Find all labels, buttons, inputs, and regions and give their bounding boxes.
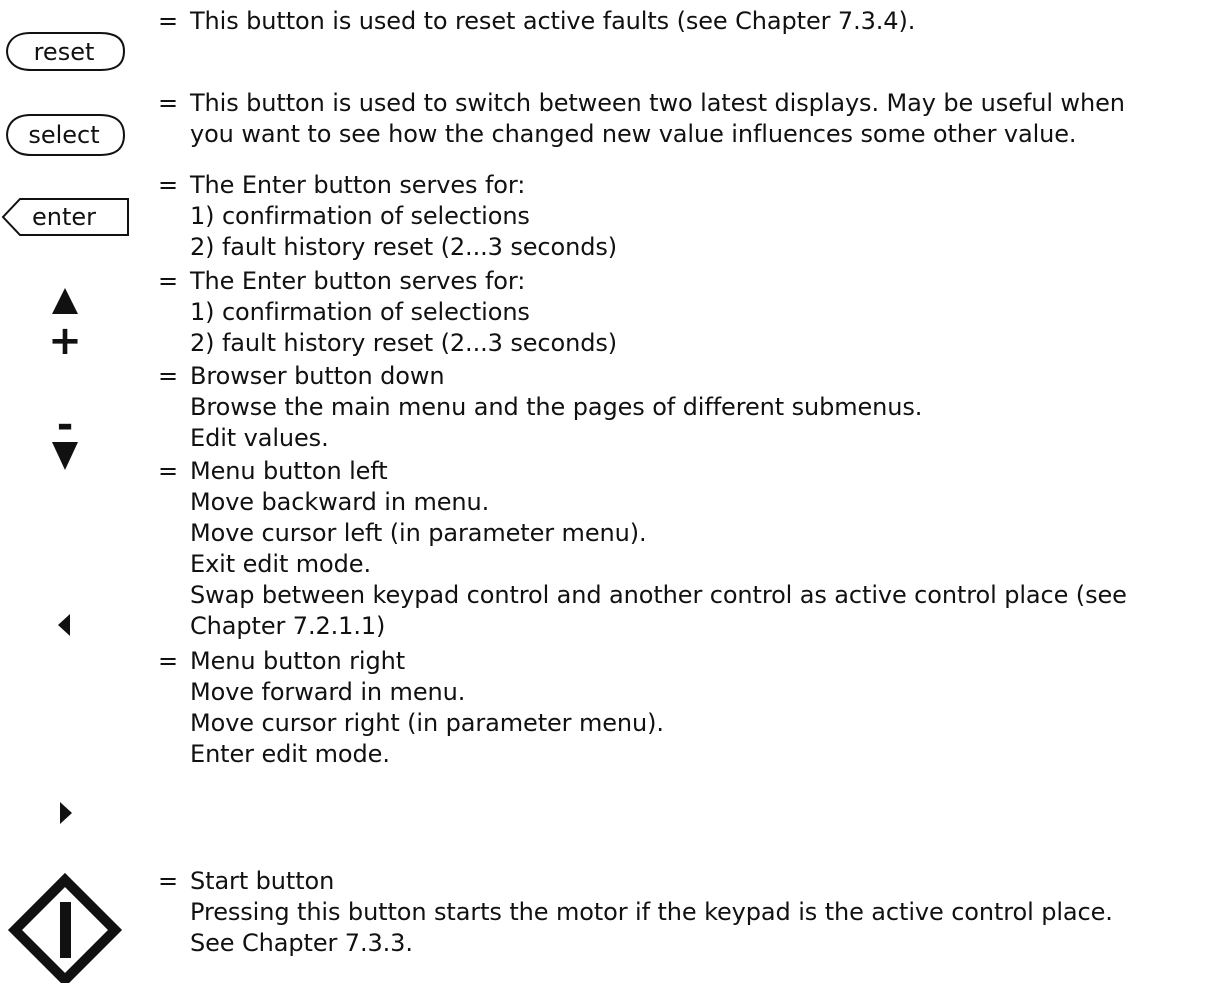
- select-button-icon: select: [0, 112, 130, 158]
- equals-sign: =: [158, 362, 179, 390]
- down-description: Browser button down Browse the main menu…: [190, 362, 923, 452]
- reset-description: This button is used to reset active faul…: [190, 7, 916, 35]
- right-arrow-icon: [0, 798, 130, 828]
- equals-sign: =: [158, 267, 179, 295]
- down-minus-arrow-icon: -: [0, 392, 130, 478]
- enter-button-icon: enter: [0, 195, 130, 239]
- left-arrow-icon: [0, 610, 130, 640]
- equals-sign: =: [158, 171, 179, 199]
- right-description: Menu button right Move forward in menu. …: [190, 647, 664, 768]
- plus-label: +: [48, 318, 82, 364]
- start-button-icon: [0, 872, 130, 987]
- equals-sign: =: [158, 647, 179, 675]
- start-description: Start button Pressing this button starts…: [190, 867, 1113, 957]
- select-description: This button is used to switch between tw…: [190, 89, 1125, 148]
- equals-sign: =: [158, 457, 179, 485]
- minus-label: -: [57, 402, 74, 448]
- up-description: The Enter button serves for: 1) confirma…: [190, 267, 618, 357]
- left-description: Menu button left Move backward in menu. …: [190, 457, 1127, 640]
- up-plus-arrow-icon: +: [0, 284, 130, 364]
- enter-description: The Enter button serves for: 1) confirma…: [190, 171, 618, 261]
- equals-sign: =: [158, 867, 179, 895]
- select-label: select: [28, 121, 99, 149]
- reset-label: reset: [34, 38, 95, 66]
- reset-button-icon: reset: [0, 29, 130, 73]
- equals-sign: =: [158, 7, 179, 35]
- enter-label: enter: [32, 203, 96, 231]
- equals-sign: =: [158, 89, 179, 117]
